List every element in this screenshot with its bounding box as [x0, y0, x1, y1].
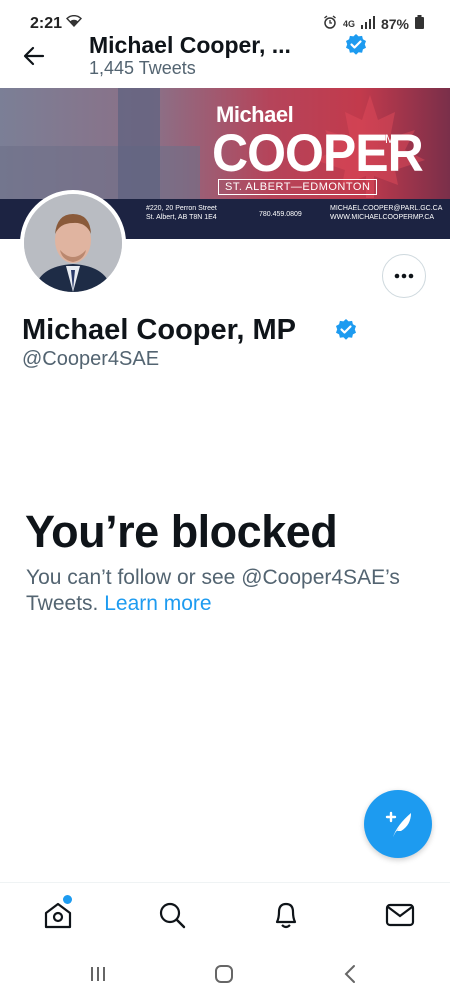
parliament-building-graphic [0, 146, 200, 200]
banner-title: MP [385, 132, 403, 146]
avatar-photo [24, 194, 122, 292]
home-system-button[interactable] [212, 962, 236, 986]
notification-dot [63, 895, 72, 904]
arrow-left-icon [23, 46, 45, 66]
system-nav-bar [0, 948, 450, 1000]
compose-tweet-icon [385, 811, 411, 837]
network-type: 4G [342, 18, 355, 29]
home-system-icon [215, 965, 233, 983]
more-horizontal-icon [394, 273, 414, 279]
nav-home[interactable] [42, 899, 74, 931]
peace-tower-graphic [118, 88, 160, 200]
avatar[interactable] [20, 190, 126, 296]
chevron-left-icon [344, 965, 355, 983]
tweet-count: 1,445 Tweets [89, 58, 196, 78]
more-button[interactable] [382, 254, 426, 298]
banner-address: #220, 20 Perron Street St. Albert, AB T8… [146, 204, 217, 222]
banner-address-line2: St. Albert, AB T8N 1E4 [146, 214, 217, 221]
banner-email: MICHAEL.COOPER@PARL.GC.CA [330, 205, 443, 212]
blocked-title: You’re blocked [25, 506, 338, 557]
banner-phone: 780.459.0809 [259, 211, 302, 218]
blocked-message-text: You can’t follow or see @Cooper4SAE’s Tw… [26, 566, 400, 615]
home-icon [44, 902, 72, 929]
verified-badge-icon [344, 33, 368, 62]
back-button[interactable] [18, 40, 50, 72]
search-icon [159, 902, 186, 929]
profile-handle: @Cooper4SAE [22, 348, 160, 370]
profile-name: Michael Cooper, MP [22, 314, 296, 346]
recent-apps-button[interactable] [86, 962, 110, 986]
banner-riding: ST. ALBERT—EDMONTON [218, 179, 378, 195]
profile-header: Michael Cooper, ... 1,445 Tweets [0, 30, 450, 86]
learn-more-link[interactable]: Learn more [104, 592, 211, 615]
mail-icon [385, 903, 415, 927]
back-system-button[interactable] [338, 962, 362, 986]
compose-tweet-button[interactable] [364, 790, 432, 858]
nav-search[interactable] [156, 899, 188, 931]
verified-badge-icon [334, 318, 358, 347]
status-bar: 2:21 4G 87% [0, 0, 450, 34]
header-name: Michael Cooper, ... [89, 32, 291, 58]
nav-notifications[interactable] [270, 899, 302, 931]
bottom-nav [0, 882, 450, 946]
nav-messages[interactable] [384, 899, 416, 931]
blocked-message: You can’t follow or see @Cooper4SAE’s Tw… [26, 565, 446, 617]
recent-apps-icon [91, 967, 105, 981]
banner-address-line1: #220, 20 Perron Street [146, 205, 217, 212]
banner-contact: MICHAEL.COOPER@PARL.GC.CA WWW.MICHAELCOO… [330, 204, 442, 222]
banner-website: WWW.MICHAELCOOPERMP.CA [330, 214, 435, 221]
bell-icon [275, 902, 297, 929]
